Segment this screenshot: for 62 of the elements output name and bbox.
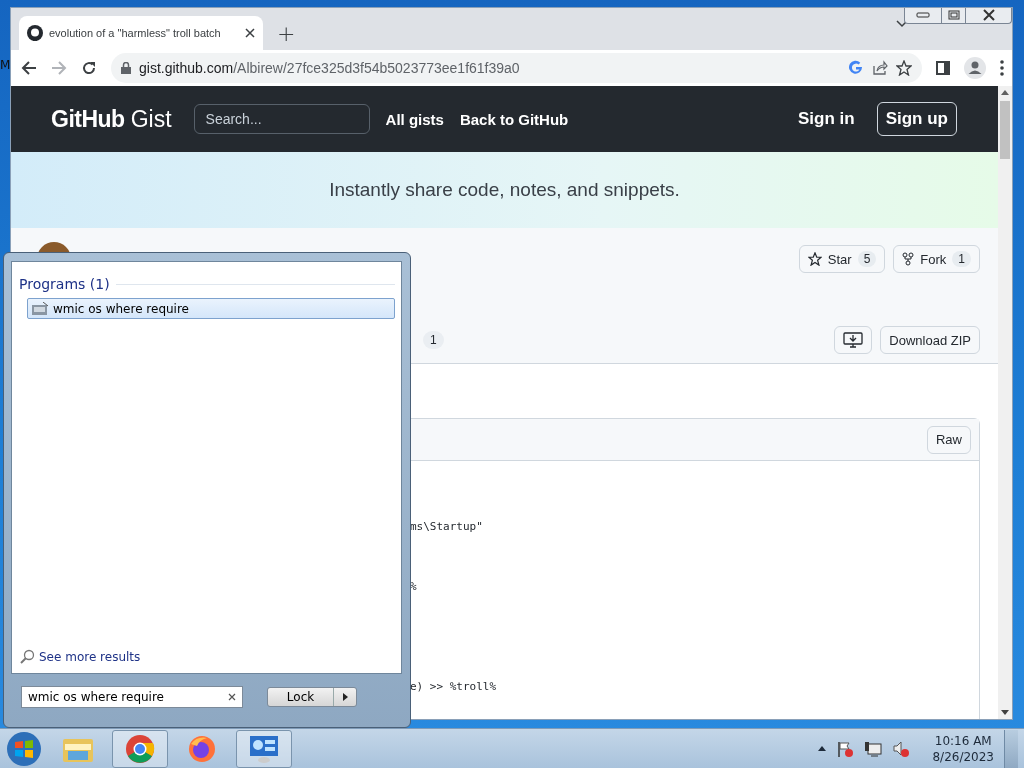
network-icon[interactable] [864, 739, 883, 758]
banner-text: Instantly share code, notes, and snippets. [329, 179, 680, 201]
firefox-icon [187, 733, 217, 764]
url-text: gist.github.com/Albirew/27fce325d3f54b5023773ee1f61f39a0 [139, 60, 521, 76]
fork-button[interactable]: Fork 1 [893, 245, 980, 273]
star-button[interactable]: Star 5 [798, 245, 886, 273]
section-title: Programs (1) [19, 276, 110, 292]
monitor-download-icon [843, 332, 864, 348]
search-result[interactable]: wmic os where require [27, 298, 395, 319]
sign-up-button[interactable]: Sign up [876, 102, 957, 136]
taskbar-app[interactable] [112, 729, 168, 768]
site-logo[interactable]: GitHub [51, 105, 125, 133]
close-icon[interactable] [245, 28, 255, 38]
clear-icon[interactable] [228, 693, 236, 701]
google-icon[interactable] [848, 60, 864, 76]
search-icon [19, 649, 35, 665]
profile-icon[interactable] [964, 57, 986, 79]
action-center-icon[interactable] [836, 739, 855, 758]
scroll-down-icon[interactable] [1001, 710, 1009, 715]
nav-link[interactable]: All gists [385, 110, 444, 128]
star-count: 5 [857, 251, 877, 267]
nav-link[interactable]: Back to GitHub [459, 110, 569, 128]
code-line: e) >> %troll% [410, 679, 498, 695]
star-icon [807, 252, 822, 266]
download-zip-button[interactable]: Download ZIP [880, 326, 980, 354]
star-icon[interactable] [896, 60, 912, 76]
taskbar-app[interactable] [236, 729, 292, 768]
address-bar[interactable]: gist.github.com/Albirew/27fce325d3f54b5023773ee1f61f39a0 [111, 53, 922, 83]
program-icon [31, 301, 49, 316]
side-panel-icon[interactable] [936, 61, 950, 75]
menu-icon[interactable] [1000, 60, 1004, 76]
chevron-down-icon[interactable] [896, 20, 908, 28]
fork-count: 1 [952, 251, 971, 267]
close-icon [981, 9, 996, 21]
logo-suffix: Gist [130, 105, 172, 133]
minimize-icon [916, 12, 930, 18]
chrome-icon [125, 733, 155, 764]
desktop-icon-label: M [0, 58, 11, 72]
start-button[interactable] [4, 729, 44, 768]
search-field[interactable]: Search... [193, 104, 370, 134]
browser-tab[interactable]: evolution of a "harmless" troll batch [19, 16, 263, 50]
restore-icon [947, 10, 960, 20]
sign-in-link[interactable]: Sign in [798, 109, 855, 129]
raw-button[interactable]: Raw [927, 425, 971, 454]
desktop-download-button[interactable] [834, 326, 873, 354]
new-tab-button[interactable]: + [269, 21, 304, 50]
lock-icon [121, 62, 131, 74]
tab-title: evolution of a "harmless" troll batch [49, 27, 222, 39]
scroll-thumb[interactable] [1000, 101, 1010, 159]
volume-muted-icon[interactable] [892, 739, 911, 758]
see-more-results-link[interactable]: See more results [19, 649, 395, 665]
clock[interactable]: 10:16 AM 8/26/2023 [932, 732, 994, 765]
fork-icon [902, 252, 915, 266]
scroll-up-icon[interactable] [1001, 90, 1009, 95]
tray-expand-icon[interactable] [818, 746, 827, 751]
share-icon[interactable] [872, 60, 888, 76]
code-line: ms\Startup" [410, 519, 484, 535]
reload-icon[interactable] [81, 60, 97, 76]
back-arrow-icon[interactable] [21, 61, 37, 75]
search-field[interactable]: wmic os where require [21, 686, 243, 708]
control-panel-icon [248, 733, 280, 764]
tab-counter: 1 [423, 331, 444, 349]
